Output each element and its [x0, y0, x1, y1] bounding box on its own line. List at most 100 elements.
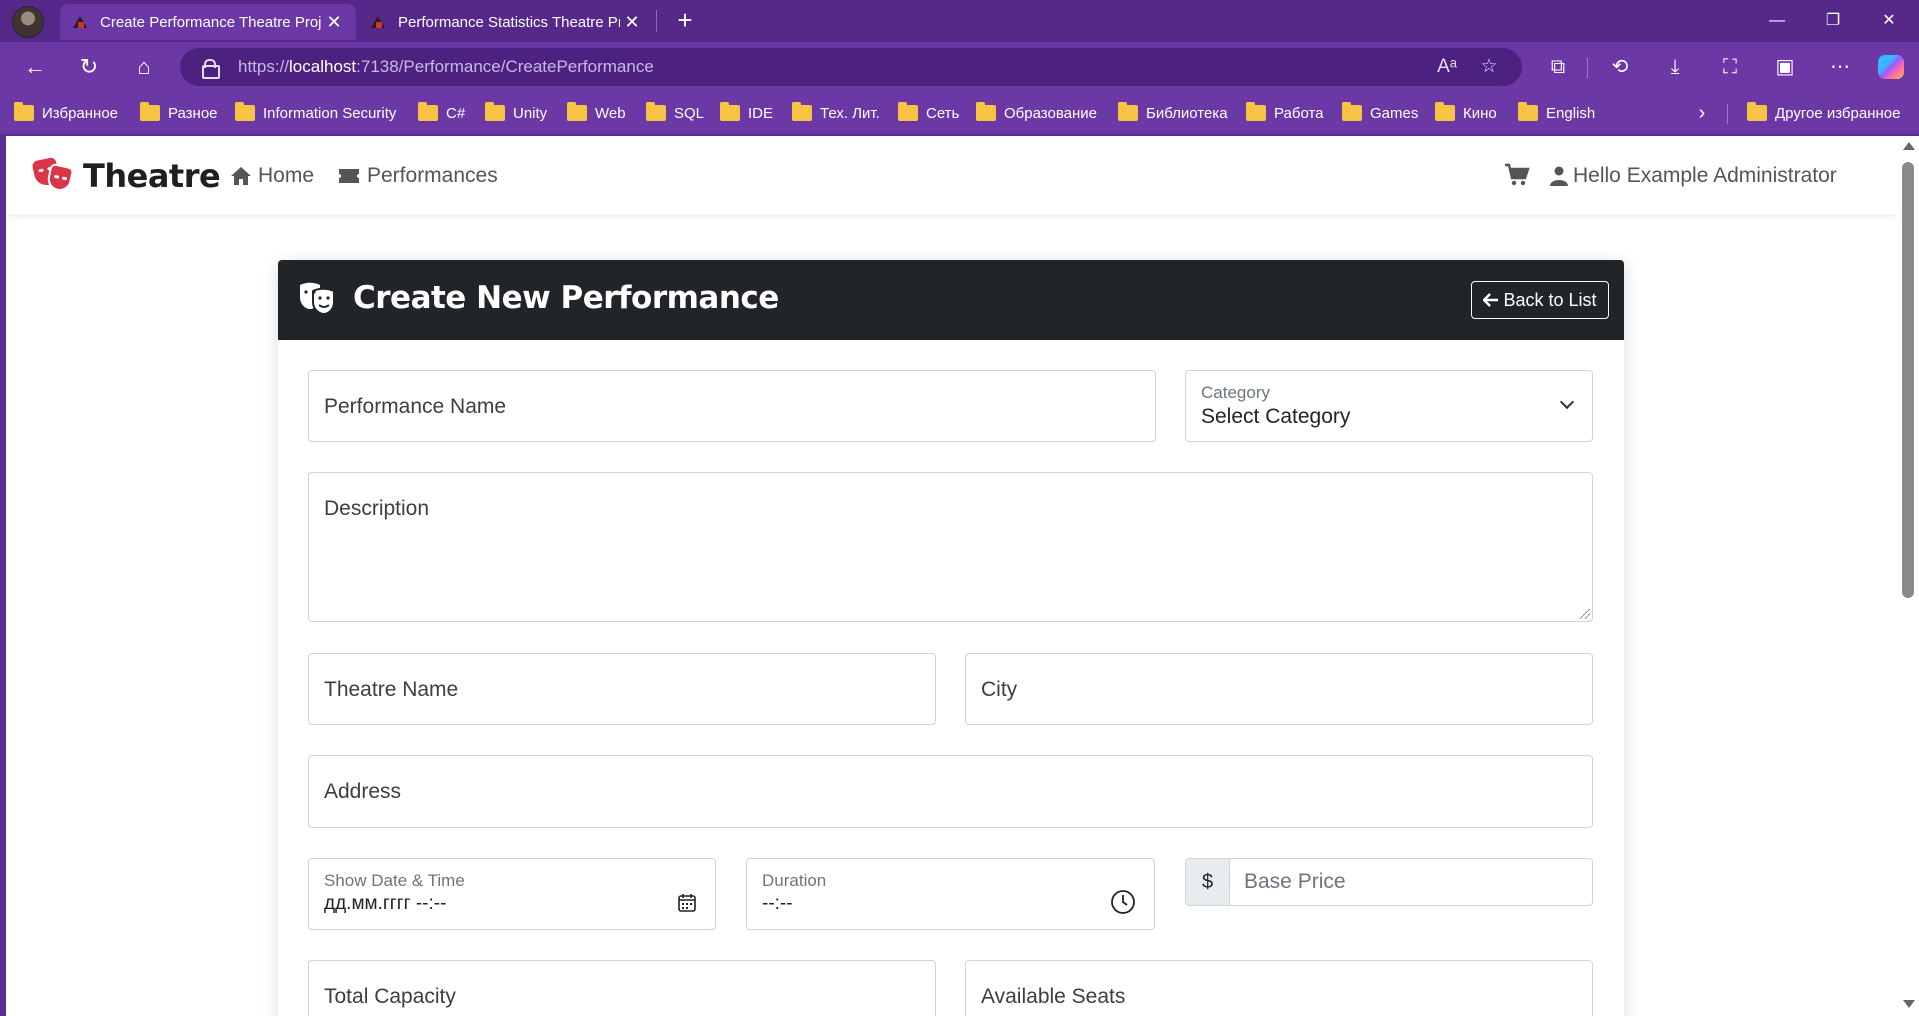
theatre-name-input[interactable]: Theatre Name	[308, 653, 936, 725]
page-viewport: Theatre Home Performances Hello Example …	[6, 136, 1898, 1016]
tab-performance-statistics[interactable]: Performance Statistics Theatre Pro ✕	[358, 4, 654, 40]
duration-input[interactable]: Duration --:--	[746, 858, 1155, 930]
folder-icon	[1435, 102, 1455, 121]
folder-icon	[485, 102, 505, 121]
address-placeholder: Address	[324, 780, 402, 803]
bookmarks-bar: Избранное Разное Information Security C#…	[0, 92, 1919, 134]
url-text: https://localhost:7138/Performance/Creat…	[238, 57, 654, 76]
available-seats-input[interactable]: Available Seats	[965, 960, 1593, 1016]
folder-icon	[1246, 102, 1266, 121]
minimize-icon[interactable]: —	[1749, 0, 1805, 42]
bookmark-folder[interactable]: Unity	[485, 102, 547, 124]
refresh-icon[interactable]: ↻	[72, 50, 106, 84]
bookmark-folder[interactable]: C#	[418, 102, 465, 124]
bookmark-folder[interactable]: Избранное	[14, 102, 118, 124]
category-value: Select Category	[1201, 405, 1351, 428]
scroll-up-icon[interactable]	[1903, 142, 1915, 150]
folder-icon	[418, 102, 438, 121]
folder-icon	[567, 102, 587, 121]
theatre-favicon	[370, 14, 386, 30]
bookmark-folder[interactable]: Games	[1342, 102, 1418, 124]
read-aloud-icon[interactable]: Aᵃ	[1432, 48, 1462, 86]
bookmark-folder[interactable]: IDE	[720, 102, 773, 124]
category-select[interactable]: Category Select Category	[1185, 370, 1593, 442]
bookmark-folder[interactable]: Образование	[976, 102, 1097, 124]
nav-home-label: Home	[258, 164, 315, 187]
copilot-icon[interactable]	[1878, 55, 1904, 79]
nav-home[interactable]: Home	[230, 162, 314, 190]
city-input[interactable]: City	[965, 653, 1593, 725]
calendar-icon[interactable]	[677, 893, 697, 913]
description-textarea[interactable]: Description	[308, 472, 1593, 622]
profile-avatar[interactable]	[12, 6, 44, 38]
more-icon[interactable]: ⋯	[1823, 50, 1857, 84]
lock-icon[interactable]	[202, 59, 220, 79]
history-icon[interactable]: ⟲	[1603, 50, 1637, 84]
bookmark-folder[interactable]: Сеть	[898, 102, 959, 124]
bookmark-folder[interactable]: Разное	[140, 102, 218, 124]
collections-icon[interactable]: ▣	[1768, 50, 1802, 84]
tab-title: Performance Statistics Theatre Pro	[398, 13, 620, 31]
star-icon[interactable]: ☆	[1474, 48, 1504, 86]
tab-title: Create Performance Theatre Proje	[100, 13, 322, 31]
base-price-input-group[interactable]: $ Base Price	[1185, 858, 1593, 906]
performance-name-input[interactable]: Performance Name	[308, 370, 1156, 442]
nav-performances[interactable]: Performances	[337, 162, 498, 190]
back-to-list-button[interactable]: Back to List	[1471, 281, 1609, 319]
folder-icon	[646, 102, 666, 121]
folder-icon	[898, 102, 918, 121]
currency-addon: $	[1186, 859, 1230, 905]
clock-icon[interactable]	[1110, 889, 1136, 915]
resize-handle[interactable]	[1580, 609, 1590, 619]
extensions-icon[interactable]: ⧉	[1541, 50, 1575, 84]
bookmark-folder[interactable]: Тех. Лит.	[792, 102, 880, 124]
brand-name: Theatre	[83, 157, 221, 195]
page-title: Create New Performance	[353, 280, 779, 316]
user-greeting: Hello Example Administrator	[1573, 164, 1837, 187]
folder-icon	[1747, 102, 1767, 121]
bookmark-folder[interactable]: Web	[567, 102, 626, 124]
tab-divider	[656, 10, 657, 32]
address-bar[interactable]: https://localhost:7138/Performance/Creat…	[180, 48, 1522, 86]
folder-icon	[235, 102, 255, 121]
folder-icon	[1118, 102, 1138, 121]
cart-icon[interactable]	[1504, 162, 1530, 188]
screenshot-icon[interactable]: ⛶	[1713, 50, 1747, 84]
other-bookmarks[interactable]: Другое избранное	[1747, 102, 1900, 124]
bookmark-folder[interactable]: Библиотека	[1118, 102, 1228, 124]
home-icon[interactable]: ⌂	[127, 50, 161, 84]
bookmark-folder[interactable]: Работа	[1246, 102, 1324, 124]
download-icon[interactable]: ⤓	[1658, 50, 1692, 84]
folder-icon	[1518, 102, 1538, 121]
toolbar-divider	[1587, 58, 1588, 78]
total-capacity-input[interactable]: Total Capacity	[308, 960, 936, 1016]
bookmark-folder[interactable]: SQL	[646, 102, 704, 124]
bookmark-folder[interactable]: Information Security	[235, 102, 396, 124]
base-price-placeholder: Base Price	[1244, 870, 1346, 893]
scrollbar-thumb[interactable]	[1902, 162, 1914, 598]
scroll-down-icon[interactable]	[1903, 1000, 1915, 1008]
close-icon[interactable]: ✕	[322, 12, 346, 33]
available-seats-placeholder: Available Seats	[981, 985, 1126, 1008]
page-scrollbar[interactable]	[1898, 136, 1919, 1016]
description-placeholder: Description	[324, 497, 430, 520]
folder-icon	[14, 102, 34, 121]
plus-icon[interactable]: +	[670, 6, 700, 36]
bookmark-folder[interactable]: English	[1518, 102, 1595, 124]
address-input[interactable]: Address	[308, 755, 1593, 828]
bookmark-folder[interactable]: Кино	[1435, 102, 1497, 124]
back-icon[interactable]: ←	[18, 50, 52, 84]
duration-value: --:--	[762, 893, 793, 914]
user-menu[interactable]: Hello Example Administrator	[1550, 162, 1837, 190]
folder-icon	[792, 102, 812, 121]
tab-create-performance[interactable]: Create Performance Theatre Proje ✕	[60, 4, 356, 40]
close-icon[interactable]: ✕	[620, 12, 644, 33]
window-close-icon[interactable]: ✕	[1861, 0, 1917, 42]
brand-link[interactable]: Theatre	[31, 156, 221, 196]
duration-label: Duration	[762, 871, 827, 890]
chevron-right-icon[interactable]: ›	[1690, 100, 1714, 126]
chevron-down-icon	[1559, 394, 1575, 410]
show-datetime-input[interactable]: Show Date & Time дд.мм.гггг --:--	[308, 858, 716, 930]
folder-icon	[1342, 102, 1362, 121]
restore-icon[interactable]: ❐	[1805, 0, 1861, 42]
